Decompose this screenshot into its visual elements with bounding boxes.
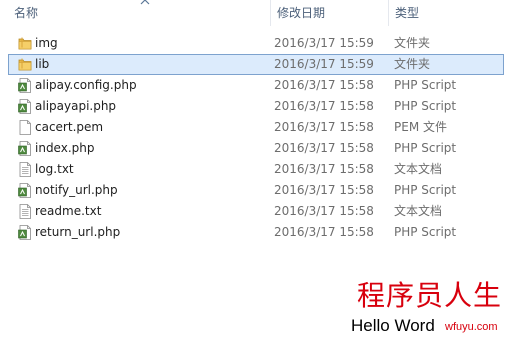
text-file-icon — [18, 162, 32, 177]
file-date: 2016/3/17 15:58 — [274, 204, 374, 218]
date-column-label: 修改日期 — [277, 6, 326, 20]
file-row[interactable]: alipay.config.php 2016/3/17 15:58 PHP Scri… — [0, 75, 512, 96]
php-file-icon — [18, 78, 32, 93]
type-column-label: 类型 — [395, 6, 420, 20]
file-type: 文本文档 — [394, 162, 443, 176]
file-type: PHP Script — [394, 99, 457, 113]
file-type: PEM 文件 — [394, 120, 447, 134]
file-name-cell: lib — [18, 54, 268, 75]
file-name-cell: notify_url.php — [18, 180, 268, 201]
file-row[interactable]: alipayapi.php 2016/3/17 15:58 PHP Script — [0, 96, 512, 117]
text-file-icon — [18, 204, 32, 219]
blank-file-icon — [18, 120, 32, 135]
watermark-subtitle: Hello Word — [351, 316, 435, 335]
file-name: alipayapi.php — [35, 99, 117, 113]
file-type: 文件夹 — [394, 57, 431, 71]
php-file-icon — [18, 141, 32, 156]
file-row[interactable]: return_url.php 2016/3/17 15:58 PHP Script — [0, 222, 512, 243]
php-file-icon — [18, 225, 32, 240]
file-name: lib — [35, 57, 50, 71]
file-name: alipay.config.php — [35, 78, 137, 92]
file-name-cell: readme.txt — [18, 201, 268, 222]
file-date: 2016/3/17 15:58 — [274, 183, 374, 197]
folder-icon — [18, 36, 32, 51]
file-name: return_url.php — [35, 225, 121, 239]
watermark-title: 程序员人生 — [356, 279, 502, 312]
file-type: PHP Script — [394, 78, 457, 92]
file-row[interactable]: readme.txt 2016/3/17 15:58 文本文档 — [0, 201, 512, 222]
sort-ascending-icon — [140, 0, 150, 5]
file-type: 文本文档 — [394, 204, 443, 218]
file-list: img 2016/3/17 15:59 文件夹 lib 2016/3/17 15:59 文… — [0, 33, 512, 243]
file-name-cell: index.php — [18, 138, 268, 159]
file-name: log.txt — [35, 162, 74, 176]
file-type: 文件夹 — [394, 36, 431, 50]
file-type: PHP Script — [394, 225, 457, 239]
file-name: index.php — [35, 141, 95, 155]
file-date: 2016/3/17 15:59 — [274, 36, 374, 50]
watermark-site: wfuyu.com — [445, 321, 498, 333]
php-file-icon — [18, 183, 32, 198]
file-name: cacert.pem — [35, 120, 104, 134]
file-name-cell: alipayapi.php — [18, 96, 268, 117]
name-column-header[interactable]: 名称 — [8, 0, 270, 26]
file-name-cell: cacert.pem — [18, 117, 268, 138]
file-type: PHP Script — [394, 183, 457, 197]
file-date: 2016/3/17 15:59 — [274, 57, 374, 71]
file-date: 2016/3/17 15:58 — [274, 141, 374, 155]
file-name: img — [35, 36, 58, 50]
file-date: 2016/3/17 15:58 — [274, 162, 374, 176]
file-name-cell: alipay.config.php — [18, 75, 268, 96]
file-name-cell: img — [18, 33, 268, 54]
file-row[interactable]: index.php 2016/3/17 15:58 PHP Script — [0, 138, 512, 159]
file-row[interactable]: img 2016/3/17 15:59 文件夹 — [0, 33, 512, 54]
file-date: 2016/3/17 15:58 — [274, 120, 374, 134]
file-row[interactable]: lib 2016/3/17 15:59 文件夹 — [8, 54, 504, 75]
file-date: 2016/3/17 15:58 — [274, 99, 374, 113]
file-name: notify_url.php — [35, 183, 118, 197]
file-date: 2016/3/17 15:58 — [274, 78, 374, 92]
file-name-cell: log.txt — [18, 159, 268, 180]
file-row[interactable]: log.txt 2016/3/17 15:58 文本文档 — [0, 159, 512, 180]
type-column-header[interactable]: 类型 — [388, 0, 512, 26]
php-file-icon — [18, 99, 32, 114]
file-type: PHP Script — [394, 141, 457, 155]
file-row[interactable]: notify_url.php 2016/3/17 15:58 PHP Script — [0, 180, 512, 201]
name-column-label: 名称 — [14, 6, 39, 20]
column-header: 名称 修改日期 类型 — [0, 0, 512, 26]
file-name-cell: return_url.php — [18, 222, 268, 243]
file-row[interactable]: cacert.pem 2016/3/17 15:58 PEM 文件 — [0, 117, 512, 138]
file-date: 2016/3/17 15:58 — [274, 225, 374, 239]
date-column-header[interactable]: 修改日期 — [270, 0, 388, 26]
folder-icon — [18, 57, 32, 72]
file-name: readme.txt — [35, 204, 102, 218]
watermark: 程序员人生 Hello Word wfuyu.com — [348, 280, 512, 338]
